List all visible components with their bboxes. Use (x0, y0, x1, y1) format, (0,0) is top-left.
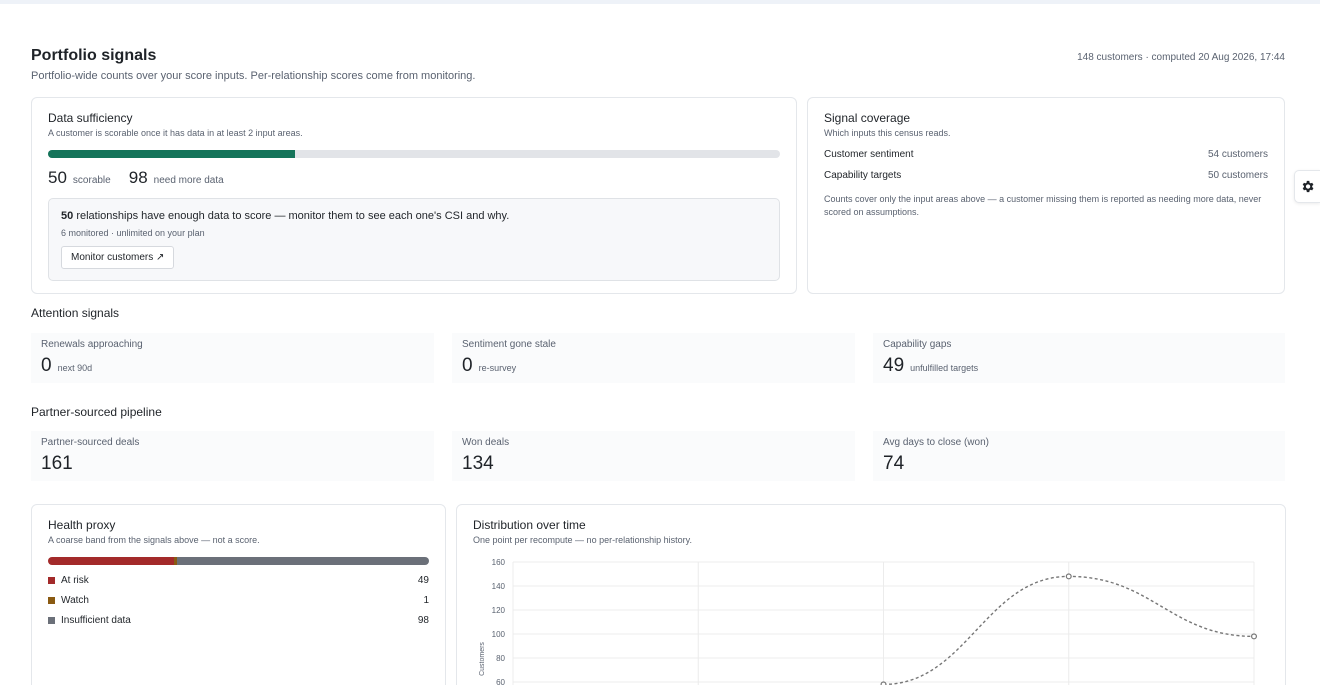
won-deals-tile: Won deals 134 (452, 431, 855, 481)
need-data-count: 98 (128, 168, 148, 187)
coverage-row: Capability targets 50 customers (824, 170, 1268, 181)
scorable-count: 50 (48, 168, 67, 187)
partner-deals-tile: Partner-sourced deals 161 (31, 431, 434, 481)
health-band-bar (48, 557, 429, 565)
renewals-tile: Renewals approaching 0 next 90d (31, 333, 434, 383)
data-sufficiency-card: Data sufficiency A customer is scorable … (31, 97, 797, 294)
health-proxy-title: Health proxy (48, 518, 116, 532)
pipeline-heading: Partner-sourced pipeline (31, 405, 162, 419)
y-tick-label: 160 (492, 558, 506, 567)
coverage-row-label: Capability targets (824, 170, 902, 181)
monitor-description: relationships have enough data to score … (76, 210, 510, 222)
legend-swatch (48, 577, 55, 584)
coverage-row-value: 54 customers (1207, 149, 1268, 160)
y-tick-label: 80 (496, 654, 505, 663)
tile-value: 74 (883, 453, 905, 474)
health-legend-row: Insufficient data 98 (48, 615, 429, 626)
y-tick-label: 120 (492, 606, 506, 615)
health-legend-row: At risk 49 (48, 575, 429, 586)
tile-label: Sentiment gone stale (462, 339, 556, 350)
page-title: Portfolio signals (31, 47, 157, 64)
health-legend: At risk 49 Watch 1 Insufficient data 98 (48, 575, 429, 626)
health-legend-row: Watch 1 (48, 595, 429, 606)
health-proxy-card: Health proxy A coarse band from the sign… (31, 504, 446, 685)
monitor-callout-text: 50 relationships have enough data to sco… (61, 210, 767, 222)
avg-days-tile: Avg days to close (won) 74 (873, 431, 1285, 481)
legend-count: 98 (417, 615, 429, 626)
tile-value: 0 (41, 355, 52, 376)
tile-label: Avg days to close (won) (883, 437, 989, 448)
data-point (1065, 573, 1072, 580)
computed-meta: 148 customers · computed 20 Aug 2026, 17… (1077, 52, 1285, 63)
legend-label: Watch (61, 595, 89, 606)
capability-gaps-tile: Capability gaps 49 unfulfilled targets (873, 333, 1285, 383)
tile-label: Partner-sourced deals (41, 437, 140, 448)
tile-unit: next 90d (57, 363, 93, 373)
tile-value: 0 (462, 355, 473, 376)
top-strip (0, 0, 1320, 4)
monitor-count: 50 (61, 210, 74, 222)
legend-swatch (48, 597, 55, 604)
legend-label: Insufficient data (61, 615, 131, 626)
sufficiency-counts: 50 scorable 98 need more data (48, 168, 780, 188)
monitor-callout: 50 relationships have enough data to sco… (48, 198, 780, 281)
need-data-label: need more data (153, 175, 224, 186)
data-sufficiency-title: Data sufficiency (48, 111, 133, 125)
legend-label: At risk (61, 575, 89, 586)
legend-count: 1 (423, 595, 429, 606)
tile-label: Renewals approaching (41, 339, 143, 350)
coverage-note: Counts cover only the input areas above … (824, 194, 1262, 217)
tile-value: 161 (41, 453, 73, 474)
scorable-progress-fill (48, 150, 296, 158)
y-axis-label: Customers (479, 642, 486, 676)
data-sufficiency-sub: A customer is scorable once it has data … (48, 128, 303, 138)
y-tick-label: 60 (496, 678, 505, 685)
y-tick-label: 100 (492, 630, 506, 639)
legend-swatch (48, 617, 55, 624)
tile-label: Capability gaps (883, 339, 952, 350)
health-band-segment (176, 557, 429, 565)
y-tick-label: 140 (492, 582, 506, 591)
settings-button[interactable] (1294, 170, 1320, 203)
monitor-customers-button[interactable]: Monitor customers ↗ (61, 246, 175, 269)
sentiment-stale-tile: Sentiment gone stale 0 re-survey (452, 333, 855, 383)
data-point (1250, 633, 1257, 640)
legend-count: 49 (417, 575, 429, 586)
signal-coverage-title: Signal coverage (824, 111, 911, 125)
scorable-progress-bar (48, 150, 780, 158)
page-subtitle: Portfolio-wide counts over your score in… (31, 70, 476, 82)
signal-coverage-card: Signal coverage Which inputs this census… (807, 97, 1285, 294)
gear-icon (1302, 180, 1314, 193)
coverage-row-value: 50 customers (1207, 170, 1268, 181)
monitor-plan-info: 6 monitored · unlimited on your plan (61, 228, 205, 238)
coverage-row-label: Customer sentiment (824, 149, 914, 160)
health-proxy-sub: A coarse band from the signals above — n… (48, 535, 260, 545)
attention-signals-heading: Attention signals (31, 306, 120, 320)
distribution-chart: 160 140 120 100 80 60 Customers (479, 558, 1257, 685)
scorable-label: scorable (72, 175, 111, 186)
tile-label: Won deals (462, 437, 510, 448)
tile-unit: unfulfilled targets (910, 363, 979, 373)
tile-value: 49 (883, 355, 905, 376)
signal-coverage-sub: Which inputs this census reads. (824, 128, 951, 138)
health-band-segment (48, 557, 175, 565)
tile-unit: re-survey (478, 363, 517, 373)
coverage-row: Customer sentiment 54 customers (824, 149, 1268, 160)
tile-value: 134 (462, 453, 494, 474)
distribution-card: Distribution over time One point per rec… (456, 504, 1286, 685)
